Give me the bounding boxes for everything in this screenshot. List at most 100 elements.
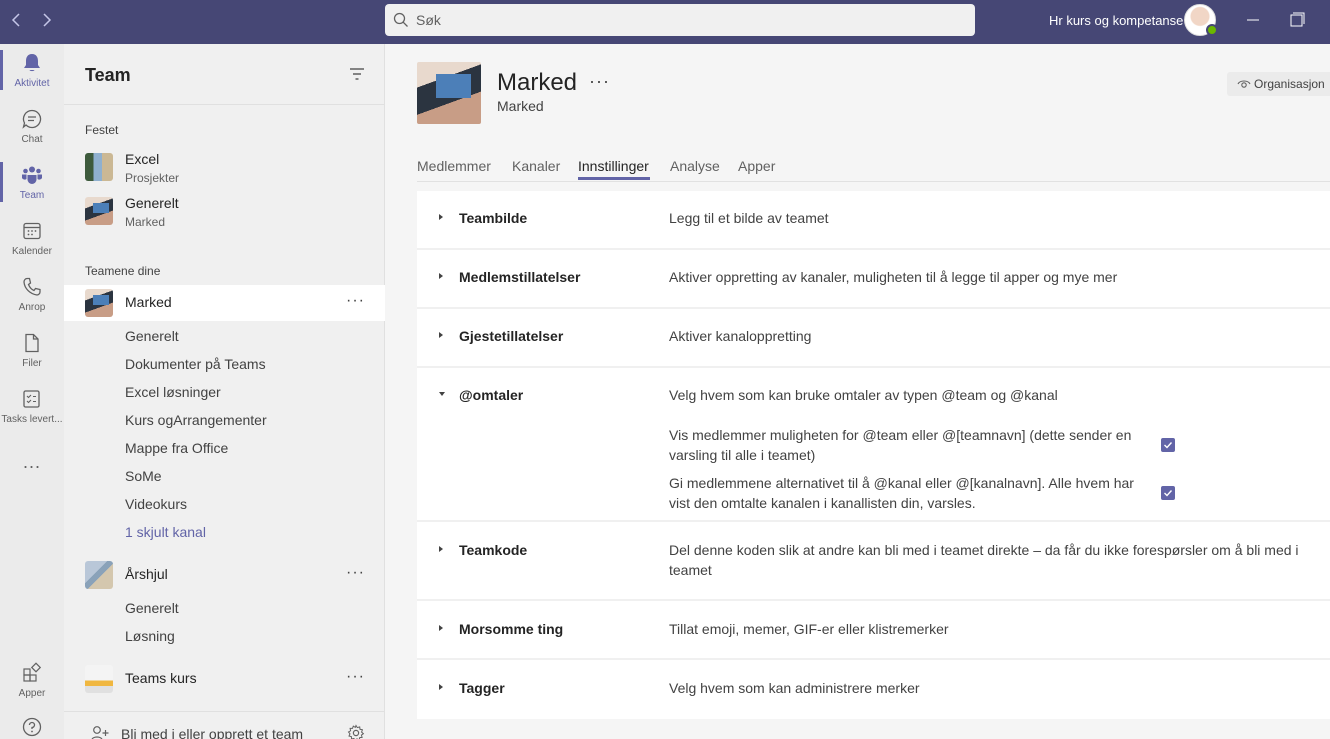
rail-item-teams[interactable]: Team [0, 156, 64, 212]
caret-right-icon[interactable] [439, 273, 443, 279]
more-options-icon[interactable]: ··· [589, 71, 610, 92]
channel-item[interactable]: Løsning [125, 628, 175, 644]
rail-label: Apper [18, 688, 46, 699]
setting-description: Aktiver kanaloppretting [669, 328, 812, 344]
back-arrow-icon[interactable] [7, 10, 27, 30]
search-icon [393, 12, 408, 27]
setting-description: Aktiver oppretting av kanaler, mulighete… [669, 269, 1118, 285]
panel-title: Team [85, 65, 131, 85]
search-input[interactable]: Søk [385, 4, 975, 36]
mention-channel-checkbox[interactable] [1161, 486, 1175, 500]
tab-members[interactable]: Medlemmer [417, 158, 491, 174]
team-thumbnail [85, 153, 113, 181]
tab-channels[interactable]: Kanaler [512, 158, 560, 174]
mention-option-channel-label: Gi medlemmene alternativet til å @kanal … [669, 475, 1134, 511]
team-thumbnail [85, 289, 113, 317]
filter-icon[interactable] [349, 67, 365, 81]
divider [417, 181, 1330, 182]
setting-title: Tagger [459, 680, 505, 696]
restore-icon[interactable] [1285, 10, 1309, 30]
org-visibility-badge: Organisasjon [1227, 72, 1330, 96]
channel-item[interactable]: SoMe [125, 468, 162, 484]
chat-icon [22, 109, 42, 129]
channel-item[interactable]: Videokurs [125, 496, 187, 512]
tab-analytics[interactable]: Analyse [670, 158, 720, 174]
rail-item-activity[interactable]: Aktivitet [0, 44, 64, 100]
rail-item-calls[interactable]: Anrop [0, 268, 64, 324]
divider [417, 658, 1330, 660]
channel-item[interactable]: Mappe fra Office [125, 440, 228, 456]
rail-item-tasks[interactable]: Tasks levert... [0, 380, 64, 436]
checkmark-icon [1164, 442, 1173, 449]
help-icon[interactable] [22, 717, 42, 737]
caret-right-icon[interactable] [439, 214, 443, 220]
rail-item-calendar[interactable]: Kalender [0, 212, 64, 268]
more-apps-icon[interactable]: ... [0, 452, 64, 473]
team-item-teams-kurs[interactable]: Teams kurs ··· [64, 661, 385, 697]
eye-icon [1237, 80, 1251, 88]
caret-down-icon[interactable] [439, 392, 445, 396]
team-thumbnail [85, 197, 113, 225]
active-tab-indicator [578, 177, 650, 180]
tab-apps[interactable]: Apper [738, 158, 775, 174]
divider [64, 104, 385, 105]
gear-icon[interactable] [347, 724, 365, 739]
setting-description: Velg hvem som kan bruke omtaler av typen… [669, 387, 1058, 403]
forward-arrow-icon[interactable] [36, 10, 56, 30]
more-options-icon[interactable]: ··· [346, 668, 365, 686]
channel-item[interactable]: Kurs ogArrangementer [125, 412, 267, 428]
rail-item-chat[interactable]: Chat [0, 100, 64, 156]
rail-item-files[interactable]: Filer [0, 324, 64, 380]
rail-label: Chat [21, 134, 43, 145]
rail-item-apps[interactable]: Apper [0, 654, 64, 710]
divider [417, 599, 1330, 601]
rail-label: Team [19, 190, 45, 201]
minimize-icon[interactable] [1241, 10, 1265, 30]
hidden-channels-link[interactable]: 1 skjult kanal [125, 524, 206, 540]
team-name: Årshjul [125, 566, 168, 582]
team-item-arshjul[interactable]: Årshjul ··· [64, 557, 385, 593]
more-options-icon[interactable]: ··· [346, 292, 365, 310]
team-description: Marked [497, 98, 544, 114]
caret-right-icon[interactable] [439, 546, 443, 552]
team-item-marked[interactable]: Marked ··· [64, 285, 385, 321]
more-options-icon[interactable]: ··· [346, 564, 365, 582]
rail-label: Kalender [11, 246, 53, 257]
pinned-item-team: Prosjekter [125, 171, 180, 185]
org-badge-label: Organisasjon [1254, 77, 1325, 91]
setting-description: Del denne koden slik at andre kan bli me… [669, 542, 1299, 578]
organization-name[interactable]: Hr kurs og kompetanse [1049, 13, 1183, 28]
presence-available-icon [1206, 24, 1218, 36]
caret-right-icon[interactable] [439, 684, 443, 690]
caret-right-icon[interactable] [439, 332, 443, 338]
rail-label: Tasks levert... [1, 414, 63, 425]
mention-team-checkbox[interactable] [1161, 438, 1175, 452]
setting-title: Teambilde [459, 210, 528, 226]
channel-item[interactable]: Excel løsninger [125, 384, 221, 400]
main-content: Marked ··· Marked Organisasjon Medlemmer… [385, 44, 1330, 739]
setting-title: Teamkode [459, 542, 528, 558]
channel-item[interactable]: Generelt [125, 600, 179, 616]
team-thumbnail [85, 665, 113, 693]
setting-title: Medlemstillatelser [459, 269, 581, 285]
tasks-icon [23, 390, 40, 408]
setting-description: Tillat emoji, memer, GIF-er eller klistr… [669, 621, 949, 637]
caret-right-icon[interactable] [439, 625, 443, 631]
mention-option-team-label: Vis medlemmer muligheten for @team eller… [669, 427, 1132, 463]
tab-settings[interactable]: Innstillinger [578, 158, 649, 174]
setting-title: @omtaler [459, 387, 524, 403]
setting-title: Morsomme ting [459, 621, 564, 637]
page-title: Marked [497, 69, 578, 96]
channel-item[interactable]: Dokumenter på Teams [125, 356, 266, 372]
rail-label: Anrop [18, 302, 46, 313]
join-team-icon [91, 726, 109, 739]
divider [417, 366, 1330, 368]
divider [417, 307, 1330, 309]
pinned-item-team: Marked [125, 215, 166, 229]
search-placeholder: Søk [416, 12, 441, 28]
join-or-create-team-link[interactable]: Bli med i eller opprett et team [121, 726, 303, 739]
pinned-item-excel[interactable]: Excel Prosjekter [64, 147, 385, 191]
pinned-item-generelt[interactable]: Generelt Marked [64, 191, 385, 235]
pinned-item-name: Generelt [125, 195, 179, 211]
channel-item[interactable]: Generelt [125, 328, 179, 344]
